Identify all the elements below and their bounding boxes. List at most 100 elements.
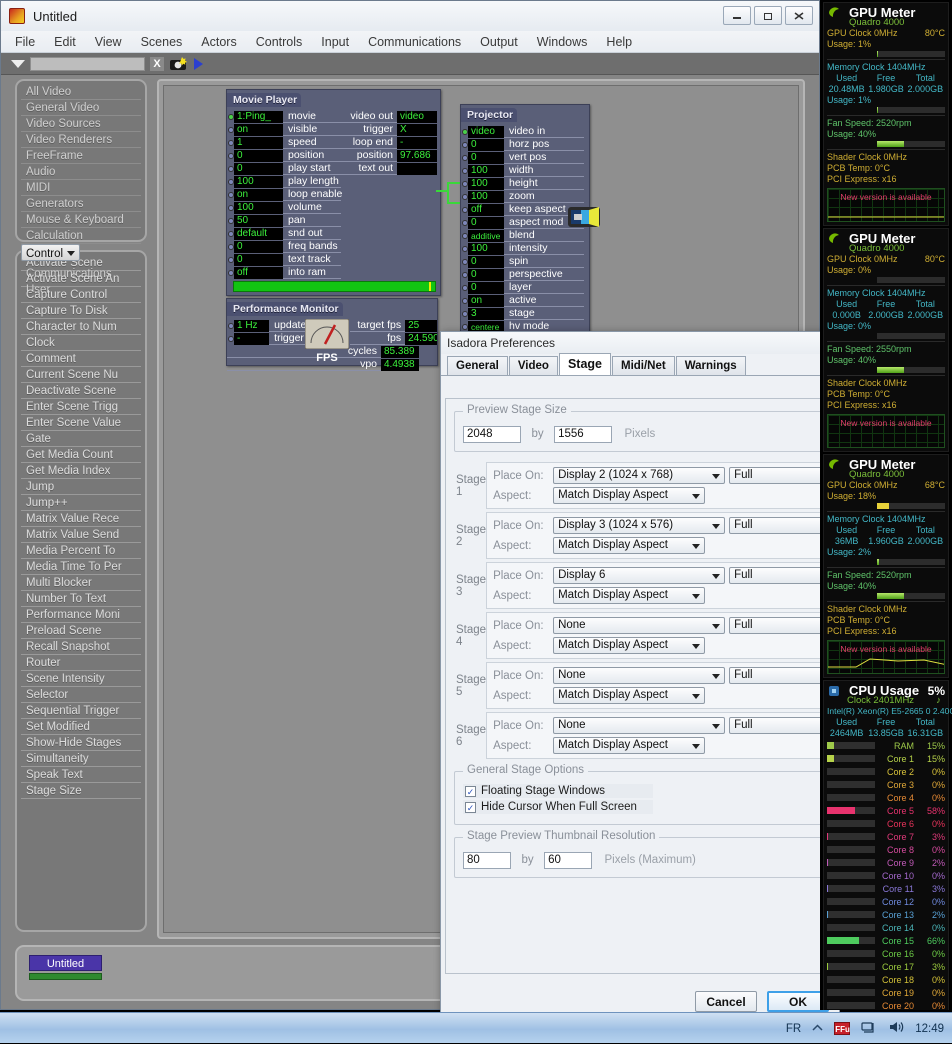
actor-item[interactable]: Activate Scene An [21, 271, 141, 287]
node-port-row[interactable]: default snd out [227, 227, 440, 240]
gpu-meter-gadget[interactable]: GPU Meter Quadro 4000 GPU Clock 0MHz 80°C… [823, 228, 949, 452]
port-value[interactable]: 100 [468, 242, 504, 255]
menu-controls[interactable]: Controls [256, 35, 303, 49]
port-value[interactable]: 50 [234, 214, 283, 227]
actor-item[interactable]: Number To Text [21, 591, 141, 607]
node-port-row[interactable]: 100 volume [227, 201, 440, 214]
node-port-row[interactable]: 0 play start text out [227, 162, 440, 175]
thumbnail-height-input[interactable]: 60 [544, 852, 593, 869]
port-value[interactable]: on [234, 123, 283, 136]
actor-item[interactable]: Current Scene Nu [21, 367, 141, 383]
actor-item[interactable]: Sequential Trigger [21, 703, 141, 719]
node-port-row[interactable]: 0 text track [227, 253, 440, 266]
port-value[interactable]: 3 [468, 307, 504, 320]
tab-video[interactable]: Video [508, 356, 558, 375]
node-movie-player[interactable]: Movie Player 1:Ping_ movie video out video … [226, 89, 441, 296]
actor-item[interactable]: Capture Control [21, 287, 141, 303]
node-port-row[interactable]: additive blend [461, 229, 589, 242]
actor-item[interactable]: Multi Blocker [21, 575, 141, 591]
node-port-row[interactable]: video video in [461, 125, 589, 138]
actor-item[interactable]: Simultaneity [21, 751, 141, 767]
tab-midi-net[interactable]: Midi/Net [611, 356, 675, 375]
port-value[interactable]: 0 [468, 255, 504, 268]
stage-display-select[interactable]: Display 2 (1024 x 768) [553, 467, 726, 484]
maximize-button[interactable] [754, 6, 782, 25]
preview-width-input[interactable]: 2048 [463, 426, 521, 443]
actor-item[interactable]: Jump [21, 479, 141, 495]
port-value[interactable]: on [234, 188, 283, 201]
port-value[interactable]: 100 [468, 177, 504, 190]
menu-output[interactable]: Output [480, 35, 518, 49]
menu-scenes[interactable]: Scenes [141, 35, 183, 49]
node-port-row[interactable]: 100 width [461, 164, 589, 177]
actor-item[interactable]: Get Media Index [21, 463, 141, 479]
port-value[interactable]: 100 [234, 201, 283, 214]
node-port-row[interactable]: 0 horz pos [461, 138, 589, 151]
port-value[interactable]: off [468, 203, 504, 216]
category-general-video[interactable]: General Video [21, 100, 141, 116]
port-value[interactable]: 0 [468, 138, 504, 151]
category-control[interactable]: Control [21, 244, 81, 261]
scene-chip[interactable]: Untitled [29, 955, 102, 980]
floating-stage-windows-checkbox[interactable]: ✓ [465, 785, 476, 797]
node-port-row[interactable]: 0 perspective [461, 268, 589, 281]
category-video-renderers[interactable]: Video Renderers [21, 132, 141, 148]
port-value[interactable]: 100 [468, 164, 504, 177]
node-port-row[interactable]: on loop enable [227, 188, 440, 201]
port-value[interactable]: 100 [234, 175, 283, 188]
category-calculation[interactable]: Calculation [21, 228, 141, 244]
actor-item[interactable]: Comment [21, 351, 141, 367]
actor-item[interactable]: Router [21, 655, 141, 671]
node-port-row[interactable]: on visible trigger X [227, 123, 440, 136]
stage-display-select[interactable]: None [553, 667, 726, 684]
node-port-row[interactable]: 0 spin [461, 255, 589, 268]
category-video-sources[interactable]: Video Sources [21, 116, 141, 132]
preferences-dialog[interactable]: Isadora Preferences General Video Stage … [440, 331, 849, 1021]
clock[interactable]: 12:49 [915, 1023, 944, 1035]
actor-item[interactable]: Selector [21, 687, 141, 703]
node-port-row[interactable]: 1:Ping_ movie video out video [227, 110, 440, 123]
actor-item[interactable]: Matrix Value Send [21, 527, 141, 543]
stage-aspect-select[interactable]: Match Display Aspect [553, 487, 706, 504]
cpu-usage-gadget[interactable]: CPU Usage 5% Clock 2401MHz ♪ Intel(R) Xe… [823, 680, 952, 1010]
port-value[interactable]: 0 [234, 149, 283, 162]
port-value[interactable]: 1:Ping_ [234, 110, 283, 123]
actor-item[interactable]: Enter Scene Trigg [21, 399, 141, 415]
port-value[interactable]: 1 [234, 136, 283, 149]
node-port-row[interactable]: 1 speed loop end - [227, 136, 440, 149]
node-port-row[interactable]: 50 pan [227, 214, 440, 227]
actor-item[interactable]: Matrix Value Rece [21, 511, 141, 527]
port-value[interactable]: 1 Hz [234, 319, 270, 332]
actor-item[interactable]: Set Modified [21, 719, 141, 735]
hide-cursor-checkbox[interactable]: ✓ [465, 801, 476, 813]
stage-aspect-select[interactable]: Match Display Aspect [553, 687, 706, 704]
port-value[interactable]: 0 [468, 216, 504, 229]
actor-item[interactable]: Stage Size [21, 783, 141, 799]
snapshot-camera-icon[interactable] [169, 56, 189, 72]
actor-item[interactable]: Media Percent To [21, 543, 141, 559]
actor-item[interactable]: Capture To Disk [21, 303, 141, 319]
port-value[interactable]: off [234, 266, 283, 279]
menu-windows[interactable]: Windows [537, 35, 588, 49]
port-value[interactable]: 100 [468, 190, 504, 203]
node-port-row[interactable]: 3 stage [461, 307, 589, 320]
gpu-meter-gadget[interactable]: GPU Meter Quadro 4000 GPU Clock 0MHz 68°C… [823, 454, 949, 678]
palette-actor-list[interactable]: Activate Scene Activate Scene An Capture… [15, 250, 147, 932]
category-mouse-keyboard[interactable]: Mouse & Keyboard [21, 212, 141, 228]
floating-stage-windows-row[interactable]: ✓ Floating Stage Windows [463, 784, 653, 798]
stage-display-select[interactable]: None [553, 617, 726, 634]
menu-file[interactable]: File [15, 35, 35, 49]
category-audio[interactable]: Audio [21, 164, 141, 180]
stage-display-select[interactable]: None [553, 717, 726, 734]
actor-item[interactable]: Get Media Count [21, 447, 141, 463]
port-value[interactable]: - [234, 332, 270, 345]
stage-aspect-select[interactable]: Match Display Aspect [553, 737, 706, 754]
node-port-row[interactable]: 100 intensity [461, 242, 589, 255]
node-port-row[interactable]: 0 vert pos [461, 151, 589, 164]
category-midi[interactable]: MIDI [21, 180, 141, 196]
scene-name[interactable]: Untitled [29, 955, 102, 971]
actor-item[interactable]: Preload Scene [21, 623, 141, 639]
actor-item[interactable]: Character to Num [21, 319, 141, 335]
node-port-row[interactable]: 100 height [461, 177, 589, 190]
actor-item[interactable]: Show-Hide Stages [21, 735, 141, 751]
